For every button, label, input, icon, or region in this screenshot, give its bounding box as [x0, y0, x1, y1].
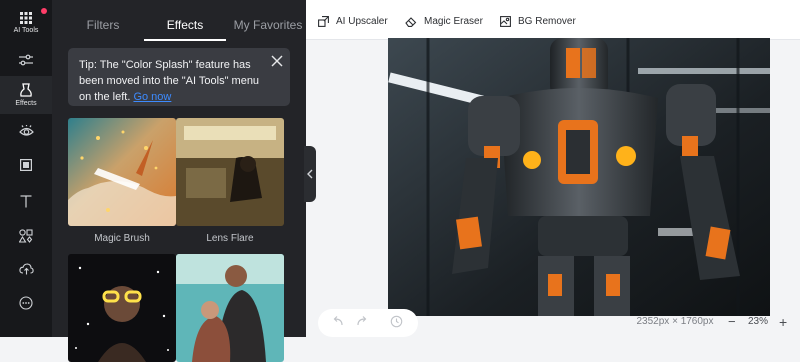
- notification-dot: [41, 8, 47, 14]
- upscale-icon: [318, 15, 329, 27]
- zoom-in-button[interactable]: +: [779, 312, 787, 332]
- rail-text[interactable]: [0, 188, 52, 214]
- rail-eye[interactable]: [0, 118, 52, 144]
- rail-upload[interactable]: [0, 256, 52, 282]
- rail-effects[interactable]: Effects: [0, 76, 52, 114]
- rail-elements[interactable]: [0, 223, 52, 249]
- bg-remover-icon: [500, 15, 511, 27]
- elements-icon: [19, 229, 33, 243]
- lens-flare-preview: [176, 118, 284, 226]
- undo-icon[interactable]: [332, 315, 344, 327]
- history-controls: [318, 309, 418, 337]
- rail-adjust[interactable]: [0, 46, 52, 74]
- text-icon: [20, 194, 32, 207]
- panel-tabs: Filters Effects My Favorites: [52, 0, 306, 44]
- rail-frame[interactable]: [0, 152, 52, 178]
- rail-more[interactable]: [0, 290, 52, 316]
- effects-icon: [20, 83, 32, 97]
- ai-upscaler-label: AI Upscaler: [336, 15, 388, 27]
- eye-icon: [18, 125, 34, 136]
- effect-thumb-teal-portrait[interactable]: [176, 254, 284, 362]
- history-icon[interactable]: [390, 315, 403, 328]
- zoom-level: 23%: [748, 316, 769, 327]
- effect-label-lens-flare: Lens Flare: [206, 233, 254, 244]
- image-size-readout: 2352px × 1760px: [636, 316, 714, 327]
- effects-panel: Filters Effects My Favorites Tip: The "C…: [52, 0, 306, 362]
- teal-portrait-preview: [176, 254, 284, 362]
- bg-remover-label: BG Remover: [518, 15, 576, 27]
- left-tool-rail: AI Tools Effects: [0, 0, 52, 337]
- rail-ai-tools-label: AI Tools: [13, 27, 39, 34]
- magic-brush-preview: [68, 118, 176, 226]
- effect-thumb-magic-brush[interactable]: [68, 118, 176, 226]
- zoom-out-button[interactable]: −: [728, 312, 736, 332]
- more-icon: [19, 296, 33, 310]
- effect-label-magic-brush: Magic Brush: [94, 233, 150, 244]
- frame-icon: [20, 159, 32, 171]
- effect-thumb-sparkle[interactable]: [68, 254, 176, 362]
- collapse-panel-button[interactable]: [304, 146, 316, 202]
- chevron-left-icon: [307, 169, 313, 179]
- tab-filters[interactable]: Filters: [74, 0, 132, 44]
- canvas-image[interactable]: [388, 38, 770, 316]
- magic-eraser-label: Magic Eraser: [424, 15, 483, 27]
- effect-thumb-lens-flare[interactable]: [176, 118, 284, 226]
- tab-effects[interactable]: Effects: [144, 0, 226, 44]
- top-toolbar: AI Upscaler Magic Eraser BG Remover: [306, 0, 800, 40]
- tip-banner: Tip: The "Color Splash" feature has been…: [68, 48, 290, 106]
- sliders-icon: [19, 54, 33, 66]
- eraser-icon: [405, 16, 417, 27]
- magic-eraser-button[interactable]: Magic Eraser: [405, 13, 483, 29]
- sparkle-preview: [68, 254, 176, 362]
- rail-effects-label: Effects: [15, 100, 37, 107]
- tab-my-favorites[interactable]: My Favorites: [222, 0, 314, 44]
- bg-remover-button[interactable]: BG Remover: [500, 13, 576, 29]
- ai-upscaler-button[interactable]: AI Upscaler: [318, 13, 388, 29]
- robot-image: [388, 38, 770, 316]
- redo-icon[interactable]: [356, 315, 368, 327]
- tip-go-now-link[interactable]: Go now: [133, 91, 171, 103]
- close-icon[interactable]: [271, 55, 283, 67]
- upload-icon: [18, 263, 34, 275]
- grid-icon: [20, 12, 32, 24]
- active-tab-indicator: [144, 39, 226, 41]
